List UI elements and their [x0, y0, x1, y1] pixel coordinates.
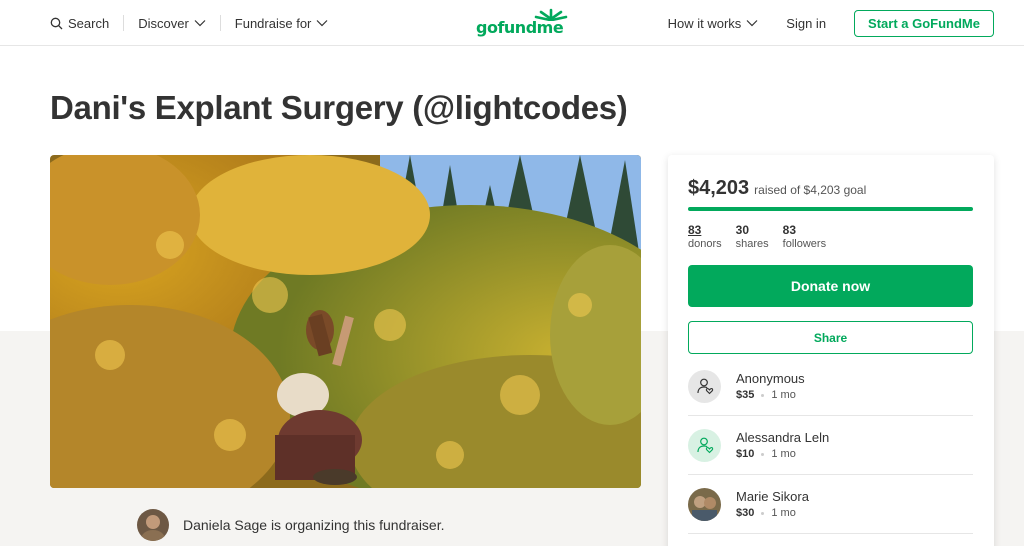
share-button[interactable]: Share: [688, 321, 973, 354]
gofundme-logo[interactable]: gofundme: [476, 7, 568, 37]
donation-item: Anonymous $35 1 mo: [688, 357, 973, 416]
donor-info: Alessandra Leln $10 1 mo: [736, 430, 829, 460]
donor-info: Anonymous $35 1 mo: [736, 371, 805, 401]
sign-in-link[interactable]: Sign in: [786, 16, 826, 31]
raised-amount: $4,203: [688, 177, 750, 199]
discover-label: Discover: [138, 15, 189, 31]
donation-amount: $35: [736, 389, 755, 401]
sign-in-label: Sign in: [786, 15, 827, 31]
donation-item: Marie Sikora $30 1 mo: [688, 475, 973, 534]
nav-left: Search Discover Fundraise for: [50, 0, 328, 46]
donation-time: 1 mo: [771, 448, 796, 460]
donation-card: $4,203 raised of $4,203 goal 83 donors 3…: [668, 155, 994, 546]
separator-dot: [761, 393, 765, 397]
chevron-down-icon: [746, 20, 758, 27]
donation-amount: $30: [736, 507, 755, 519]
organizer-avatar[interactable]: [137, 509, 169, 541]
autumn-hillside-photo: [50, 155, 641, 488]
nav-divider: [123, 15, 125, 31]
stat-number: 83: [688, 223, 702, 237]
donor-name: Marie Sikora: [736, 489, 809, 504]
stat-number: 30: [735, 223, 749, 237]
donor-info: Marie Sikora $30 1 mo: [736, 489, 809, 519]
donor-meta: $35 1 mo: [736, 389, 805, 401]
donor-avatar: [688, 487, 721, 521]
donor-photo: [688, 487, 721, 521]
progress-fill: [688, 207, 973, 211]
donor-meta: $30 1 mo: [736, 507, 809, 519]
logo-wordmark: gofundme: [476, 18, 564, 37]
donation-item: Alessandra Leln $10 1 mo: [688, 416, 973, 475]
organizer-photo: [137, 509, 169, 541]
start-gofundme-button[interactable]: Start a GoFundMe: [854, 9, 994, 37]
donation-time: 1 mo: [771, 507, 796, 519]
how-it-works-menu[interactable]: How it works: [668, 16, 759, 31]
donor-name: Anonymous: [736, 371, 805, 386]
donation-time: 1 mo: [771, 389, 796, 401]
stat-number: 83: [782, 223, 797, 237]
recent-donations-list: Anonymous $35 1 mo Alessandra Leln $10 1…: [688, 357, 973, 534]
raised-summary: $4,203 raised of $4,203 goal: [688, 177, 866, 200]
fundraise-for-menu[interactable]: Fundraise for: [235, 16, 329, 31]
chevron-down-icon: [194, 20, 206, 27]
donor-avatar: [688, 369, 721, 403]
donor-heart-icon: [696, 378, 713, 395]
donor-heart-icon: [696, 437, 713, 454]
campaign-hero-image[interactable]: [50, 155, 641, 488]
stat-followers: 83 followers: [783, 223, 826, 251]
how-it-works-label: How it works: [667, 15, 742, 31]
organizer-text: Daniela Sage is organizing this fundrais…: [183, 517, 445, 533]
fundraise-label: Fundraise for: [234, 15, 312, 31]
search-label: Search: [68, 15, 110, 31]
campaign-stats: 83 donors 30 shares 83 followers: [688, 223, 826, 251]
chevron-down-icon: [316, 20, 328, 27]
search-link[interactable]: Search: [50, 16, 109, 31]
donor-avatar: [688, 428, 721, 462]
stat-donors[interactable]: 83 donors: [688, 223, 722, 251]
stat-label: shares: [735, 238, 769, 250]
nav-right: How it works Sign in Start a GoFundMe: [668, 0, 994, 46]
site-header: Search Discover Fundraise for gofundme H…: [0, 0, 1024, 46]
donor-name: Alessandra Leln: [736, 430, 830, 445]
campaign-title: Dani's Explant Surgery (@lightcodes): [50, 89, 628, 126]
progress-bar: [688, 207, 973, 211]
separator-dot: [761, 511, 765, 515]
donation-amount: $10: [736, 448, 755, 460]
discover-menu[interactable]: Discover: [138, 16, 206, 31]
separator-dot: [761, 452, 765, 456]
stat-label: donors: [688, 238, 722, 250]
donor-meta: $10 1 mo: [736, 448, 829, 460]
stat-shares: 30 shares: [736, 223, 769, 251]
raised-goal-text: raised of $4,203 goal: [754, 183, 867, 197]
organizer-row: Daniela Sage is organizing this fundrais…: [137, 509, 445, 541]
donate-now-button[interactable]: Donate now: [688, 265, 973, 307]
nav-divider: [219, 15, 221, 31]
search-icon: [50, 17, 63, 29]
stat-label: followers: [782, 238, 827, 250]
